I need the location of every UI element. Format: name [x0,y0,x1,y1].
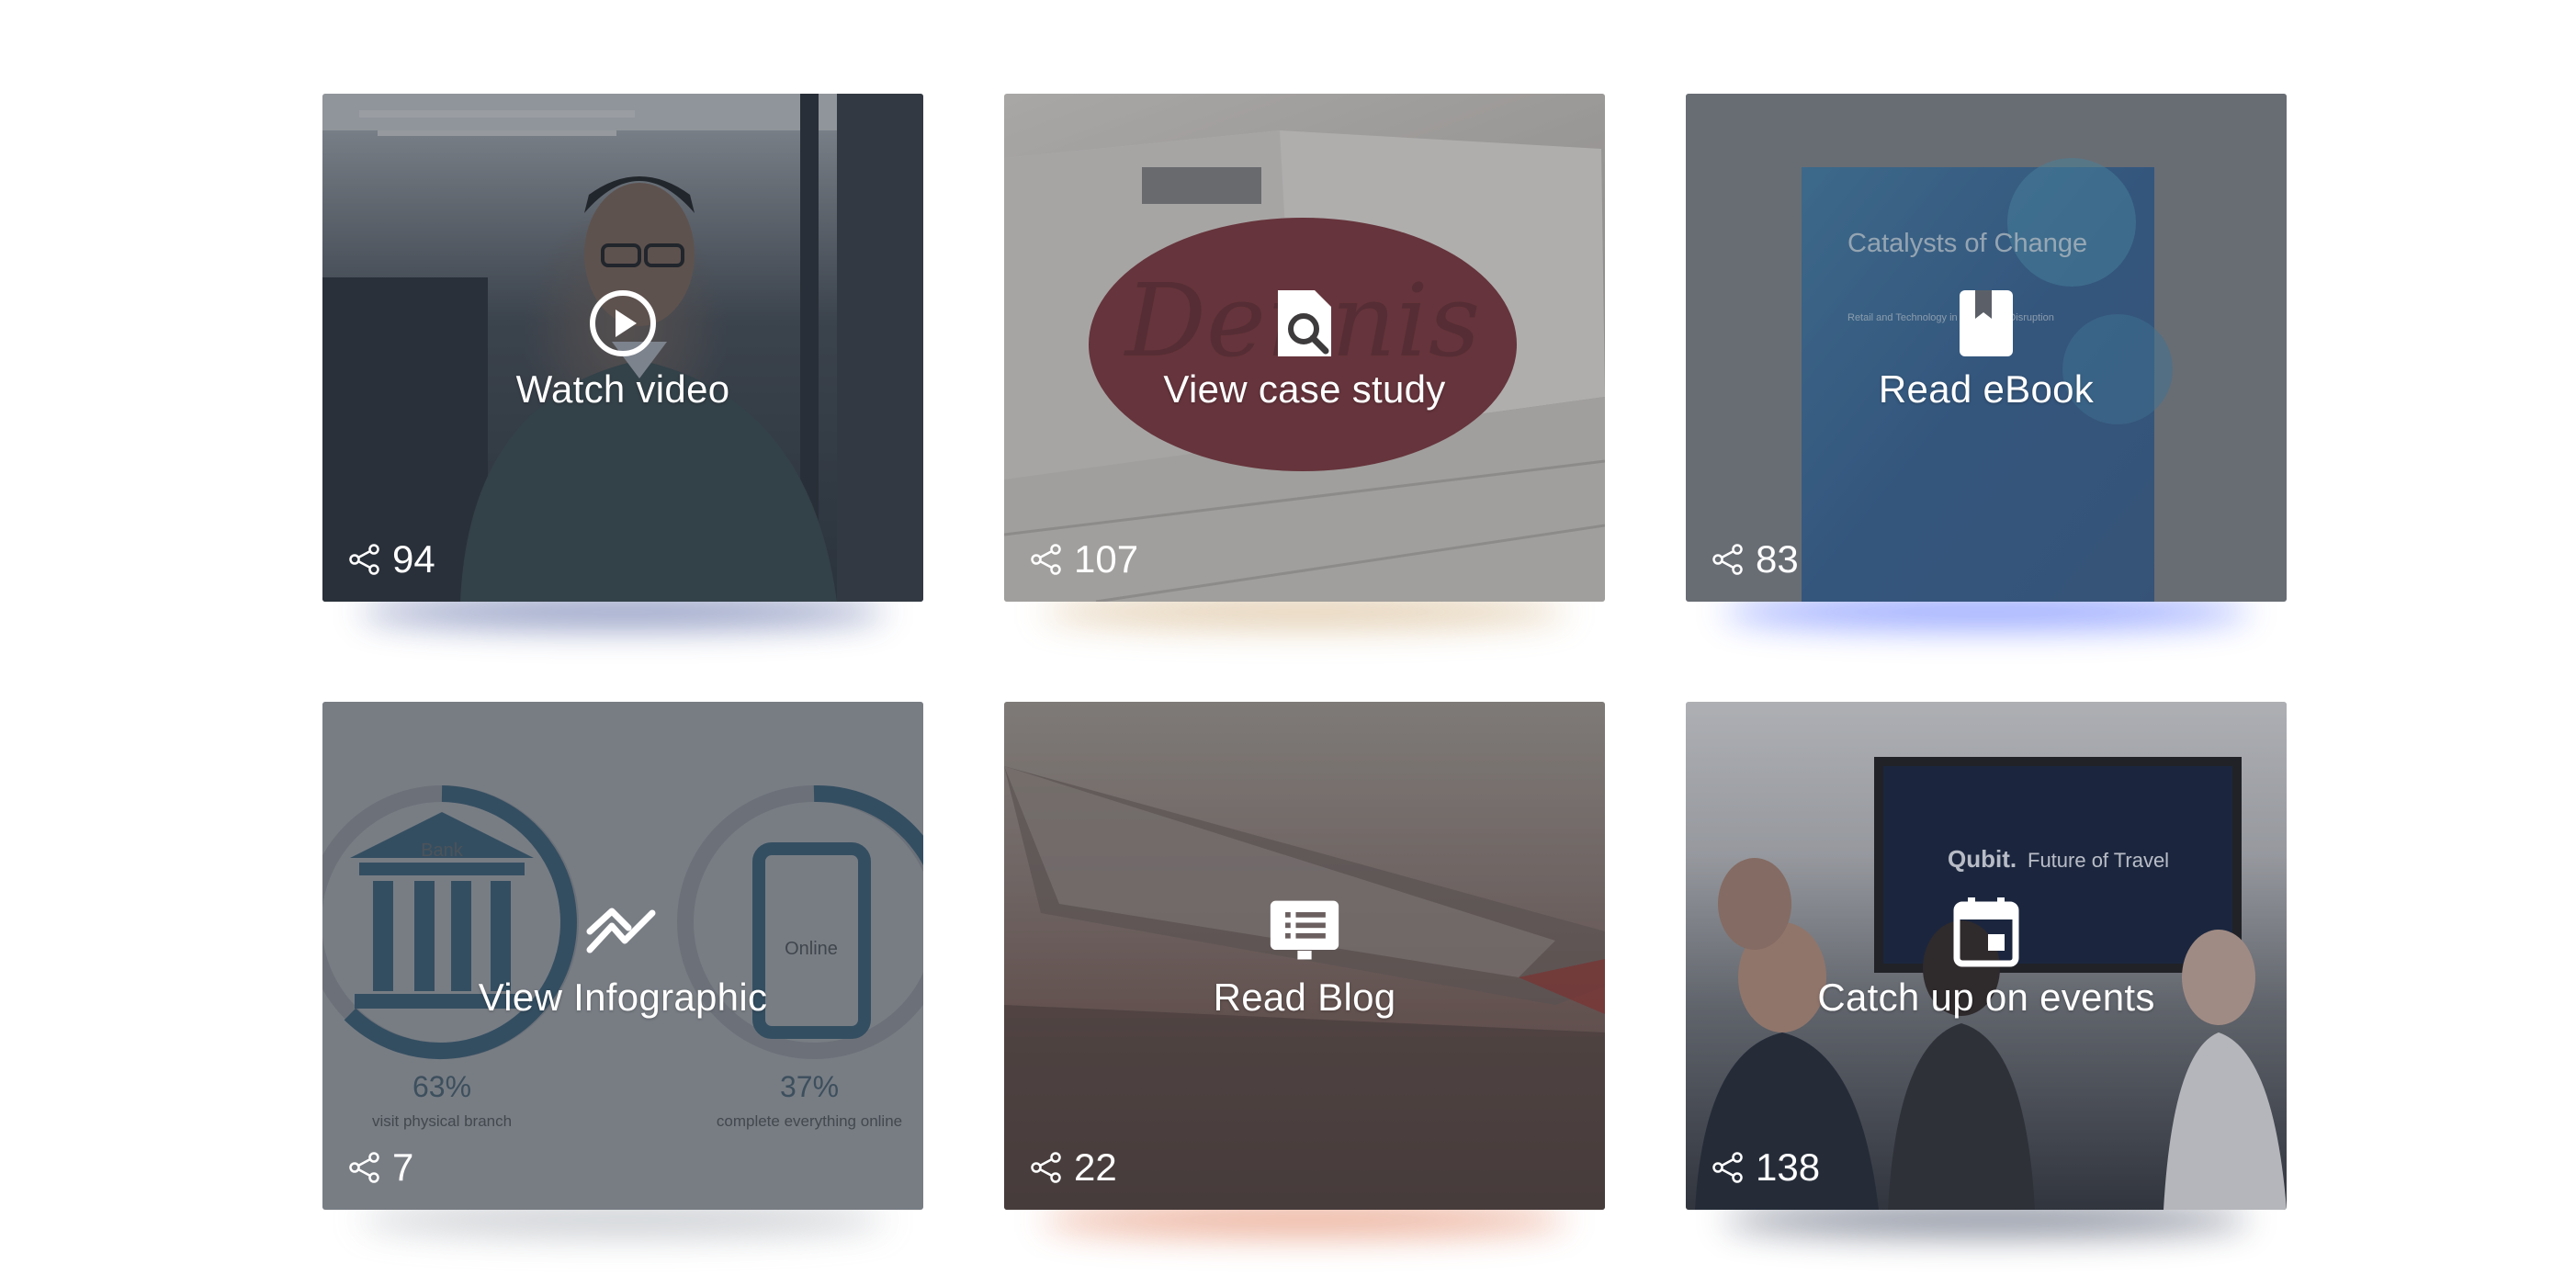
share-count[interactable]: 138 [1712,1145,1820,1190]
card-video-wrapper: Watch video 94 [322,94,923,627]
share-count[interactable]: 94 [348,537,435,581]
card-center: Read Blog [1004,895,1605,1020]
card-blog-wrapper: Read Blog 22 [1004,702,1605,1235]
share-icon [1712,1152,1743,1183]
card-catch-up-events[interactable]: Qubit. Future of Travel Catch up on even… [1686,702,2287,1210]
share-count-value: 7 [392,1145,414,1189]
share-icon [349,544,379,575]
card-label: Catch up on events [1817,976,2155,1019]
card-ebook-wrapper: Catalysts of Change Retail and Technolog… [1686,94,2287,627]
card-center: View Infographic [322,895,923,1020]
share-icon [1031,1152,1061,1183]
card-label: Read eBook [1878,367,2095,411]
card-info-wrapper: Bank Online 63% visit physical branch 37… [322,702,923,1235]
card-label: Read Blog [1213,976,1396,1019]
card-read-blog[interactable]: Read Blog 22 [1004,702,1605,1210]
blog-monitor-icon [1268,895,1341,968]
share-count-value: 94 [392,537,435,581]
share-count-value: 22 [1074,1145,1117,1189]
card-read-ebook[interactable]: Catalysts of Change Retail and Technolog… [1686,94,2287,602]
share-icon [349,1152,379,1183]
share-count[interactable]: 7 [348,1145,413,1190]
card-label: Watch video [515,367,730,411]
card-center: Catch up on events [1686,895,2287,1020]
share-count[interactable]: 22 [1030,1145,1117,1190]
play-circle-icon [586,287,660,360]
card-view-case-study[interactable]: Dennis View case study [1004,94,1605,602]
share-count[interactable]: 83 [1712,537,1799,581]
card-view-infographic[interactable]: Bank Online 63% visit physical branch 37… [322,702,923,1210]
share-count[interactable]: 107 [1030,537,1138,581]
card-events-wrapper: Qubit. Future of Travel Catch up on even… [1686,702,2287,1235]
share-count-value: 138 [1756,1145,1821,1189]
share-icon [1031,544,1061,575]
trend-chart-icon [586,895,660,968]
card-label: View case study [1163,367,1446,411]
share-icon [1712,544,1743,575]
content-grid: Watch video 94 View case study 107 Catal… [322,94,2287,1235]
card-center: View case study [1004,287,1605,412]
card-center: Watch video [322,287,923,412]
card-center: Read eBook [1686,287,2287,412]
share-count-value: 107 [1074,537,1139,581]
share-count-value: 83 [1756,537,1799,581]
card-case-wrapper: Dennis View case study [1004,94,1605,627]
document-search-icon [1268,287,1341,360]
card-label: View Infographic [478,976,768,1019]
calendar-icon [1949,895,2023,968]
book-icon [1949,287,2023,360]
card-watch-video[interactable]: Watch video 94 [322,94,923,602]
